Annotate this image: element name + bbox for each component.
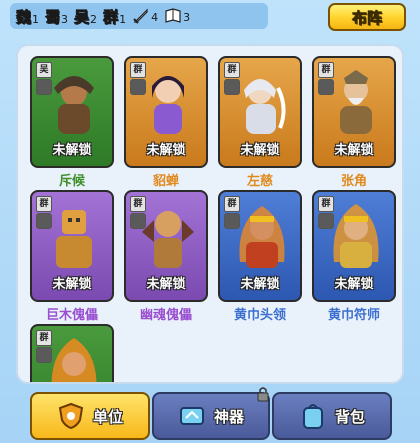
- faction-wei: 魏1: [16, 6, 39, 27]
- artifact-icon: [179, 407, 204, 425]
- unit-name: 黄巾符师: [327, 308, 380, 323]
- unit-card-partial[interactable]: 群: [30, 324, 114, 382]
- unit-grid-panel: 吴 未解锁 斥候 群 未解锁 貂蝉 群 未解锁 左慈 群 未解锁 张角 群 未解…: [16, 44, 404, 384]
- unit-card-diaochan[interactable]: 群 未解锁: [124, 56, 208, 168]
- faction-count: 3: [61, 12, 69, 26]
- diaochan-portrait-icon: [152, 76, 184, 134]
- book-icon: [165, 8, 181, 23]
- zhangjiao-portrait-icon: [340, 70, 372, 134]
- faction-name: 蜀: [45, 7, 61, 26]
- unit-card-chihou[interactable]: 吴 未解锁: [30, 56, 114, 168]
- backpack-icon: [302, 404, 323, 429]
- formation-button[interactable]: 布阵: [328, 3, 406, 31]
- unit-name: 左慈: [246, 174, 273, 189]
- unit-card-jumu-kuilei[interactable]: 群 未解锁: [30, 190, 114, 302]
- locked-label: 未解锁: [334, 143, 374, 158]
- locked-label: 未解锁: [52, 143, 92, 158]
- faction-count: 2: [90, 12, 98, 26]
- zuoci-portrait-icon: [244, 79, 286, 134]
- unit-name: 黄巾头领: [233, 308, 286, 323]
- artifacts-tab-label: 神器: [213, 407, 244, 426]
- type-count: 4: [151, 11, 159, 24]
- type-book: 3: [164, 7, 190, 25]
- faction-count: 1: [119, 12, 127, 26]
- faction-shu: 蜀3: [45, 6, 68, 27]
- top-bar: 魏1 蜀3 吴2 群1 4 3 布阵: [0, 0, 420, 36]
- unit-name: 张角: [340, 174, 367, 189]
- faction-wu: 吴2: [74, 6, 97, 27]
- unit-card-zhangjiao[interactable]: 群 未解锁: [312, 56, 396, 168]
- unit-name: 巨木傀儡: [45, 308, 98, 323]
- yellow-turban-leader-portrait-icon: [239, 206, 285, 268]
- locked-label: 未解锁: [240, 143, 280, 158]
- locked-label: 未解锁: [146, 143, 186, 158]
- faction-count: 1: [32, 12, 40, 26]
- type-sword: 4: [132, 7, 158, 25]
- units-tab-label: 单位: [92, 407, 123, 426]
- yellow-turban-talisman-master-portrait-icon: [333, 204, 379, 268]
- shield-icon: [58, 402, 84, 430]
- backpack-tab-label: 背包: [334, 407, 365, 426]
- unit-name: 幽魂傀儡: [139, 308, 192, 323]
- type-count: 3: [183, 11, 191, 24]
- fire-unit-portrait-icon: [51, 338, 97, 382]
- faction-name: 吴: [74, 7, 90, 26]
- backpack-tab-button[interactable]: 背包: [272, 392, 392, 440]
- wood-puppet-portrait-icon: [56, 210, 92, 268]
- units-tab-button[interactable]: 单位: [30, 392, 150, 440]
- lock-icon: [257, 387, 269, 402]
- artifacts-tab-button[interactable]: 神器: [152, 392, 270, 440]
- unit-card-huangjin-touling[interactable]: 群 未解锁: [218, 190, 302, 302]
- locked-label: 未解锁: [240, 277, 280, 292]
- ghost-puppet-portrait-icon: [142, 211, 194, 268]
- faction-name: 魏: [16, 7, 32, 26]
- unit-name: 斥候: [58, 174, 85, 189]
- unit-card-zuoci[interactable]: 群 未解锁: [218, 56, 302, 168]
- unit-card-huangjin-fushi[interactable]: 群 未解锁: [312, 190, 396, 302]
- faction-count-bar: 魏1 蜀3 吴2 群1 4 3: [10, 3, 268, 29]
- faction-qun: 群1: [103, 6, 126, 27]
- locked-label: 未解锁: [52, 277, 92, 292]
- sword-icon: [133, 8, 148, 24]
- faction-name: 群: [103, 7, 119, 26]
- locked-label: 未解锁: [146, 277, 186, 292]
- unit-card-youhun-kuilei[interactable]: 群 未解锁: [124, 190, 208, 302]
- unit-name: 貂蝉: [152, 174, 179, 189]
- locked-label: 未解锁: [334, 277, 374, 292]
- scout-portrait-icon: [54, 76, 94, 134]
